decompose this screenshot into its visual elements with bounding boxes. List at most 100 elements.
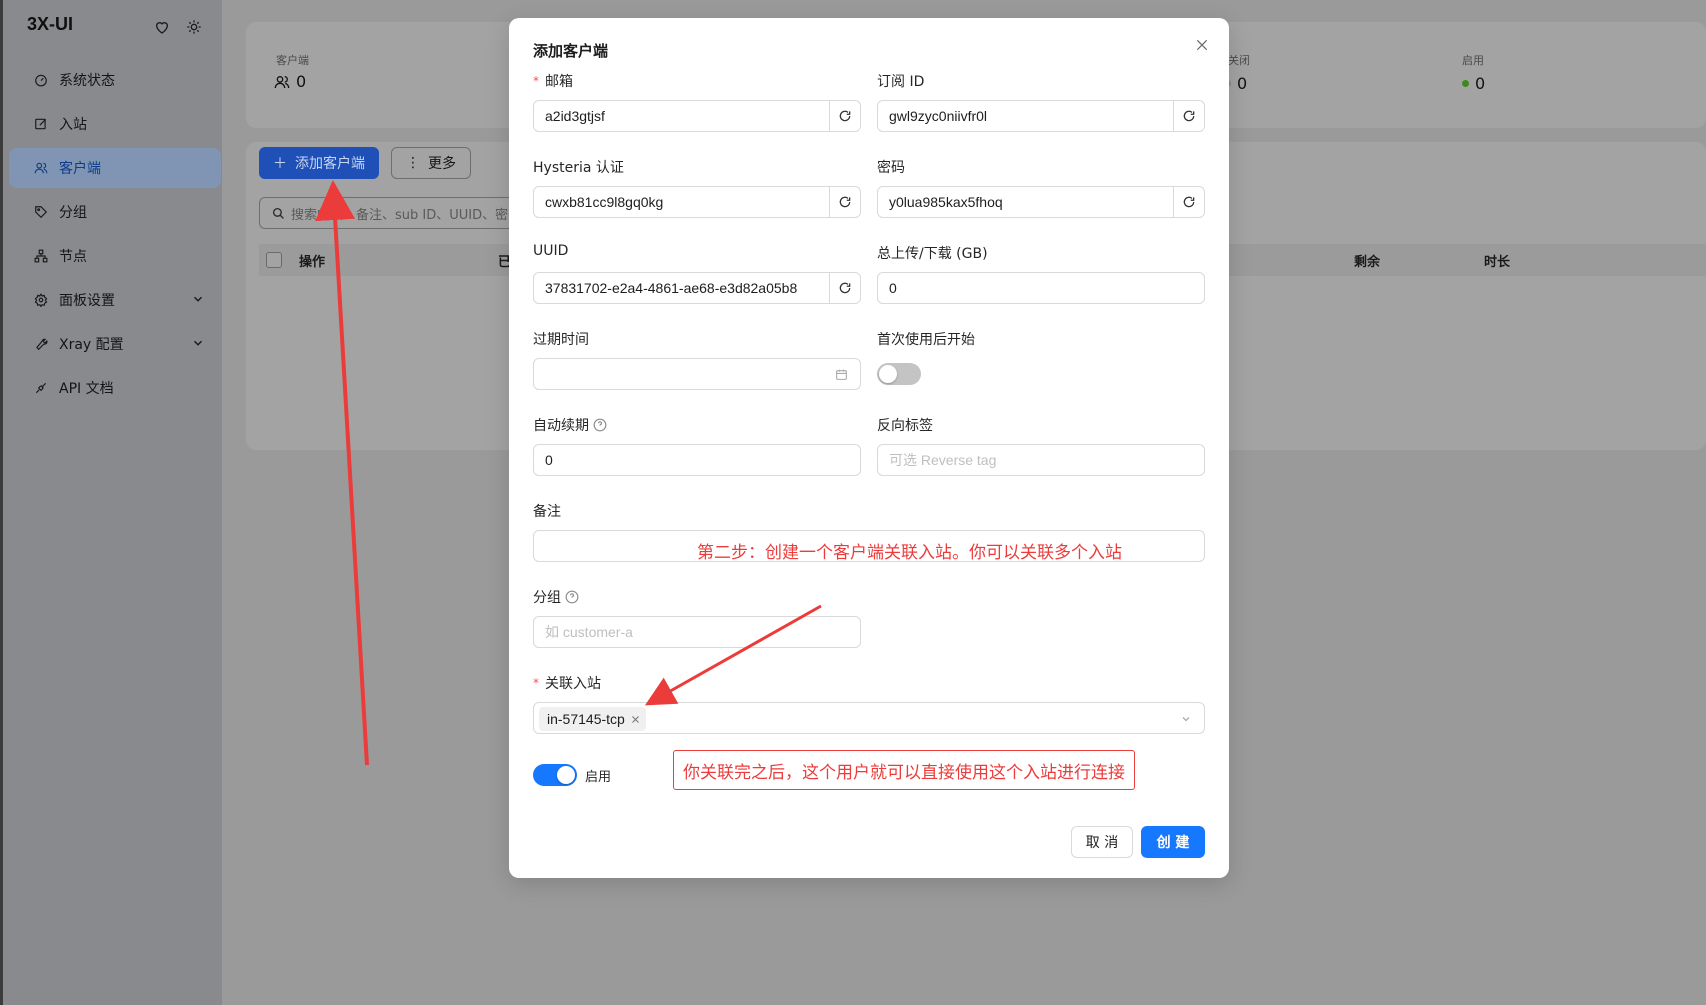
sidebar-item-label: 系统状态 bbox=[59, 73, 115, 89]
sidebar-item-label: Xray 配置 bbox=[59, 337, 124, 353]
heart-icon[interactable] bbox=[153, 18, 171, 36]
close-button[interactable] bbox=[1191, 34, 1213, 56]
password-field[interactable]: y0lua985kax5fhoq bbox=[877, 186, 1205, 218]
enable-label: 启用 bbox=[585, 769, 612, 785]
brand-logo: 3X-UI bbox=[27, 14, 74, 34]
sidebar-item-label: 入站 bbox=[59, 117, 87, 133]
chevron-down-icon bbox=[1182, 717, 1190, 722]
more-button[interactable]: ⋮ 更多 bbox=[391, 147, 471, 179]
refresh-icon bbox=[839, 282, 851, 294]
edit-icon bbox=[33, 116, 49, 132]
sidebar-item-label: API 文档 bbox=[59, 381, 114, 397]
stat-clients-value: 0 bbox=[274, 72, 306, 91]
modal-title: 添加客户端 bbox=[533, 42, 609, 60]
sidebar-item-nodes[interactable]: 节点 bbox=[9, 236, 221, 276]
annotation-step2: 第二步：创建一个客户端关联入站。你可以关联多个入站 bbox=[697, 543, 1122, 563]
reverse-tag-field[interactable]: 可选 Reverse tag bbox=[877, 444, 1205, 476]
uuid-label: UUID bbox=[533, 243, 569, 259]
online-dot bbox=[1462, 80, 1469, 87]
sub-id-field[interactable]: gwl9zyc0niivfr0l bbox=[877, 100, 1205, 132]
more-vertical-icon: ⋮ bbox=[406, 155, 420, 171]
plus-icon: ＋ bbox=[273, 156, 287, 172]
remark-label: 备注 bbox=[533, 504, 561, 520]
start-after-first-use-toggle[interactable] bbox=[877, 363, 921, 385]
reverse-tag-label: 反向标签 bbox=[877, 418, 933, 434]
column-remaining: 剩余 bbox=[1354, 254, 1381, 270]
selected-inbound-tag: in-57145-tcp bbox=[539, 707, 646, 731]
regenerate-sub-id-button[interactable] bbox=[1173, 101, 1204, 131]
search-input[interactable]: 搜索邮箱、备注、sub ID、UUID、密 bbox=[259, 197, 519, 229]
hysteria-auth-field[interactable]: cwxb81cc9l8gq0kg bbox=[533, 186, 861, 218]
stat-closed-label: 关闭 bbox=[1228, 54, 1250, 67]
chevron-down-icon bbox=[193, 340, 203, 346]
question-circle-icon[interactable] bbox=[565, 590, 579, 604]
total-gb-field[interactable]: 0 bbox=[877, 272, 1205, 304]
add-client-button[interactable]: ＋ 添加客户端 bbox=[259, 147, 379, 179]
stat-clients-label: 客户端 bbox=[276, 54, 309, 67]
refresh-icon bbox=[1183, 110, 1195, 122]
auto-renew-field[interactable]: 0 bbox=[533, 444, 861, 476]
users-icon bbox=[33, 160, 49, 176]
tool-icon bbox=[33, 336, 49, 352]
sidebar-item-clients[interactable]: 客户端 bbox=[9, 148, 221, 188]
email-field[interactable]: a2id3gtjsf bbox=[533, 100, 861, 132]
required-mark: * bbox=[533, 74, 539, 88]
question-circle-icon[interactable] bbox=[593, 418, 607, 432]
sidebar-item-status[interactable]: 系统状态 bbox=[9, 60, 221, 100]
column-action: 操作 bbox=[299, 254, 326, 270]
expiry-date-picker[interactable] bbox=[533, 358, 861, 390]
refresh-icon bbox=[1183, 196, 1195, 208]
column-duration: 时长 bbox=[1484, 254, 1511, 270]
start-after-first-use-label: 首次使用后开始 bbox=[877, 332, 975, 348]
dashboard-icon bbox=[33, 72, 49, 88]
add-client-modal: 添加客户端 * 邮箱 a2id3gtjsf 订阅 ID gwl9zyc0niivf… bbox=[509, 18, 1229, 878]
close-icon bbox=[1196, 39, 1208, 51]
required-mark: * bbox=[533, 676, 539, 690]
close-icon[interactable] bbox=[631, 715, 640, 724]
email-label: * 邮箱 bbox=[533, 74, 573, 90]
regenerate-uuid-button[interactable] bbox=[829, 273, 860, 303]
sidebar-item-label: 分组 bbox=[59, 205, 87, 221]
hysteria-label: Hysteria 认证 bbox=[533, 160, 624, 176]
expiry-label: 过期时间 bbox=[533, 332, 589, 348]
sidebar-menu: 系统状态 入站 客户端 分组 节点 面板设置 Xray 配置 API 文档 bbox=[9, 60, 221, 412]
sidebar-item-xray-config[interactable]: Xray 配置 bbox=[9, 324, 221, 364]
auto-renew-label: 自动续期 bbox=[533, 415, 607, 435]
regenerate-email-button[interactable] bbox=[829, 101, 860, 131]
toggle-knob bbox=[557, 766, 575, 784]
sidebar-item-panel-settings[interactable]: 面板设置 bbox=[9, 280, 221, 320]
toggle-knob bbox=[879, 365, 897, 383]
sub-id-label: 订阅 ID bbox=[877, 74, 925, 90]
sidebar-item-api-docs[interactable]: API 文档 bbox=[9, 368, 221, 408]
stat-enabled-label: 启用 bbox=[1462, 54, 1484, 67]
cluster-icon bbox=[33, 248, 49, 264]
sidebar-item-groups[interactable]: 分组 bbox=[9, 192, 221, 232]
group-label: 分组 bbox=[533, 587, 579, 607]
refresh-icon bbox=[839, 196, 851, 208]
select-all-checkbox[interactable] bbox=[266, 244, 282, 276]
api-icon bbox=[33, 380, 49, 396]
cancel-button[interactable]: 取 消 bbox=[1071, 826, 1133, 858]
enable-toggle[interactable] bbox=[533, 764, 577, 786]
inbounds-select[interactable]: in-57145-tcp bbox=[533, 702, 1205, 734]
regenerate-password-button[interactable] bbox=[1173, 187, 1204, 217]
chevron-down-icon bbox=[193, 296, 203, 302]
sidebar-item-inbounds[interactable]: 入站 bbox=[9, 104, 221, 144]
regenerate-hysteria-button[interactable] bbox=[829, 187, 860, 217]
inbounds-label: * 关联入站 bbox=[533, 676, 601, 692]
annotation-note: 你关联完之后，这个用户就可以直接使用这个入站进行连接 bbox=[673, 750, 1135, 790]
create-button[interactable]: 创 建 bbox=[1141, 826, 1205, 858]
tag-icon bbox=[33, 204, 49, 220]
search-icon bbox=[272, 207, 284, 219]
sidebar-item-label: 节点 bbox=[59, 249, 87, 265]
uuid-field[interactable]: 37831702-e2a4-4861-ae68-e3d82a05b8 bbox=[533, 272, 861, 304]
group-field[interactable]: 如 customer-a bbox=[533, 616, 861, 648]
gear-icon bbox=[33, 292, 49, 308]
calendar-icon bbox=[836, 369, 847, 380]
theme-sun-icon[interactable] bbox=[185, 18, 203, 36]
total-gb-label: 总上传/下载 (GB) bbox=[877, 246, 988, 262]
password-label: 密码 bbox=[877, 160, 905, 176]
users-icon bbox=[274, 75, 290, 88]
refresh-icon bbox=[839, 110, 851, 122]
sidebar: 3X-UI 系统状态 入站 客户端 分组 节点 面板设置 Xray 配置 API… bbox=[0, 0, 222, 1005]
